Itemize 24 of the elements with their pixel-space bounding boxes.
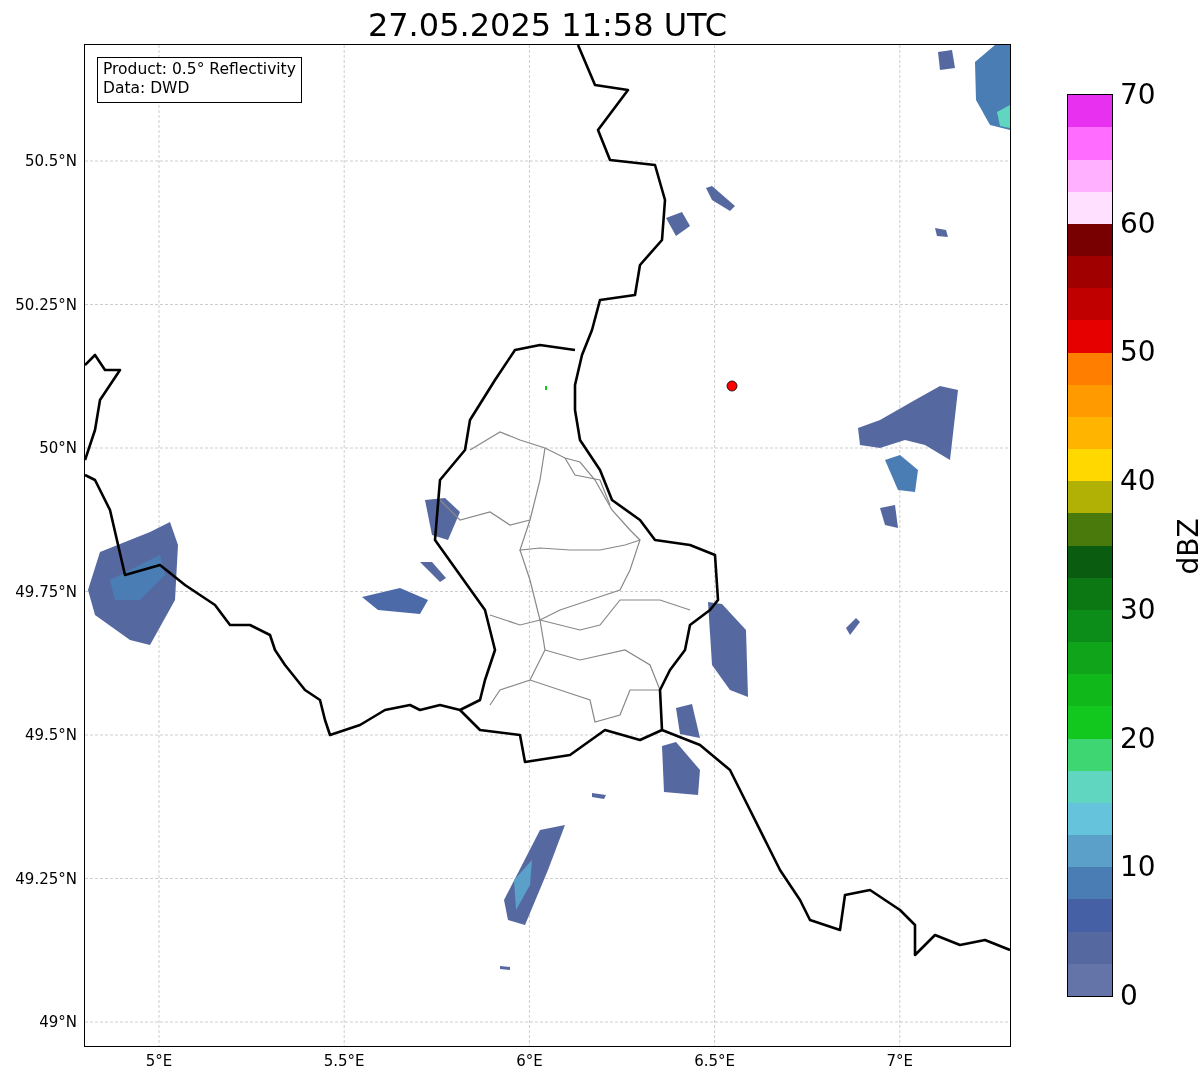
y-tick-label: 49.25°N <box>15 869 77 888</box>
x-tick-label: 6.5°E <box>694 1052 735 1070</box>
y-tick-label: 49.5°N <box>24 726 77 744</box>
colorbar-tick-label: 30 <box>1120 594 1156 625</box>
y-tick-label: 49.75°N <box>15 582 77 601</box>
figure-title: 27.05.2025 11:58 UTC <box>366 5 729 45</box>
y-tick-label: 49°N <box>39 1013 77 1031</box>
colorbar-tick-label: 60 <box>1120 208 1156 239</box>
x-tick-label: 6°E <box>516 1052 543 1070</box>
colorbar-tick-label: 50 <box>1120 337 1156 368</box>
colorbar-tick-label: 70 <box>1120 80 1156 110</box>
y-tick-label: 50.25°N <box>15 295 77 314</box>
x-tick-label: 5°E <box>145 1052 173 1070</box>
colorbar-tick-label: 20 <box>1120 723 1156 754</box>
y-tick-label: 50°N <box>39 439 77 457</box>
colorbar-label: dBZ <box>1171 518 1202 575</box>
colorbar-tick-label: 0 <box>1120 981 1138 1011</box>
x-tick-label: 5.5°E <box>323 1052 365 1070</box>
legend-text: Data: DWD <box>103 79 191 98</box>
legend-text: Product: 0.5° Reflectivity <box>103 60 296 79</box>
colorbar-tick-label: 40 <box>1120 466 1156 497</box>
y-tick-label: 50.5°N <box>24 152 77 170</box>
colorbar-tick-label: 10 <box>1120 852 1156 883</box>
x-tick-label: 7°E <box>886 1052 914 1070</box>
